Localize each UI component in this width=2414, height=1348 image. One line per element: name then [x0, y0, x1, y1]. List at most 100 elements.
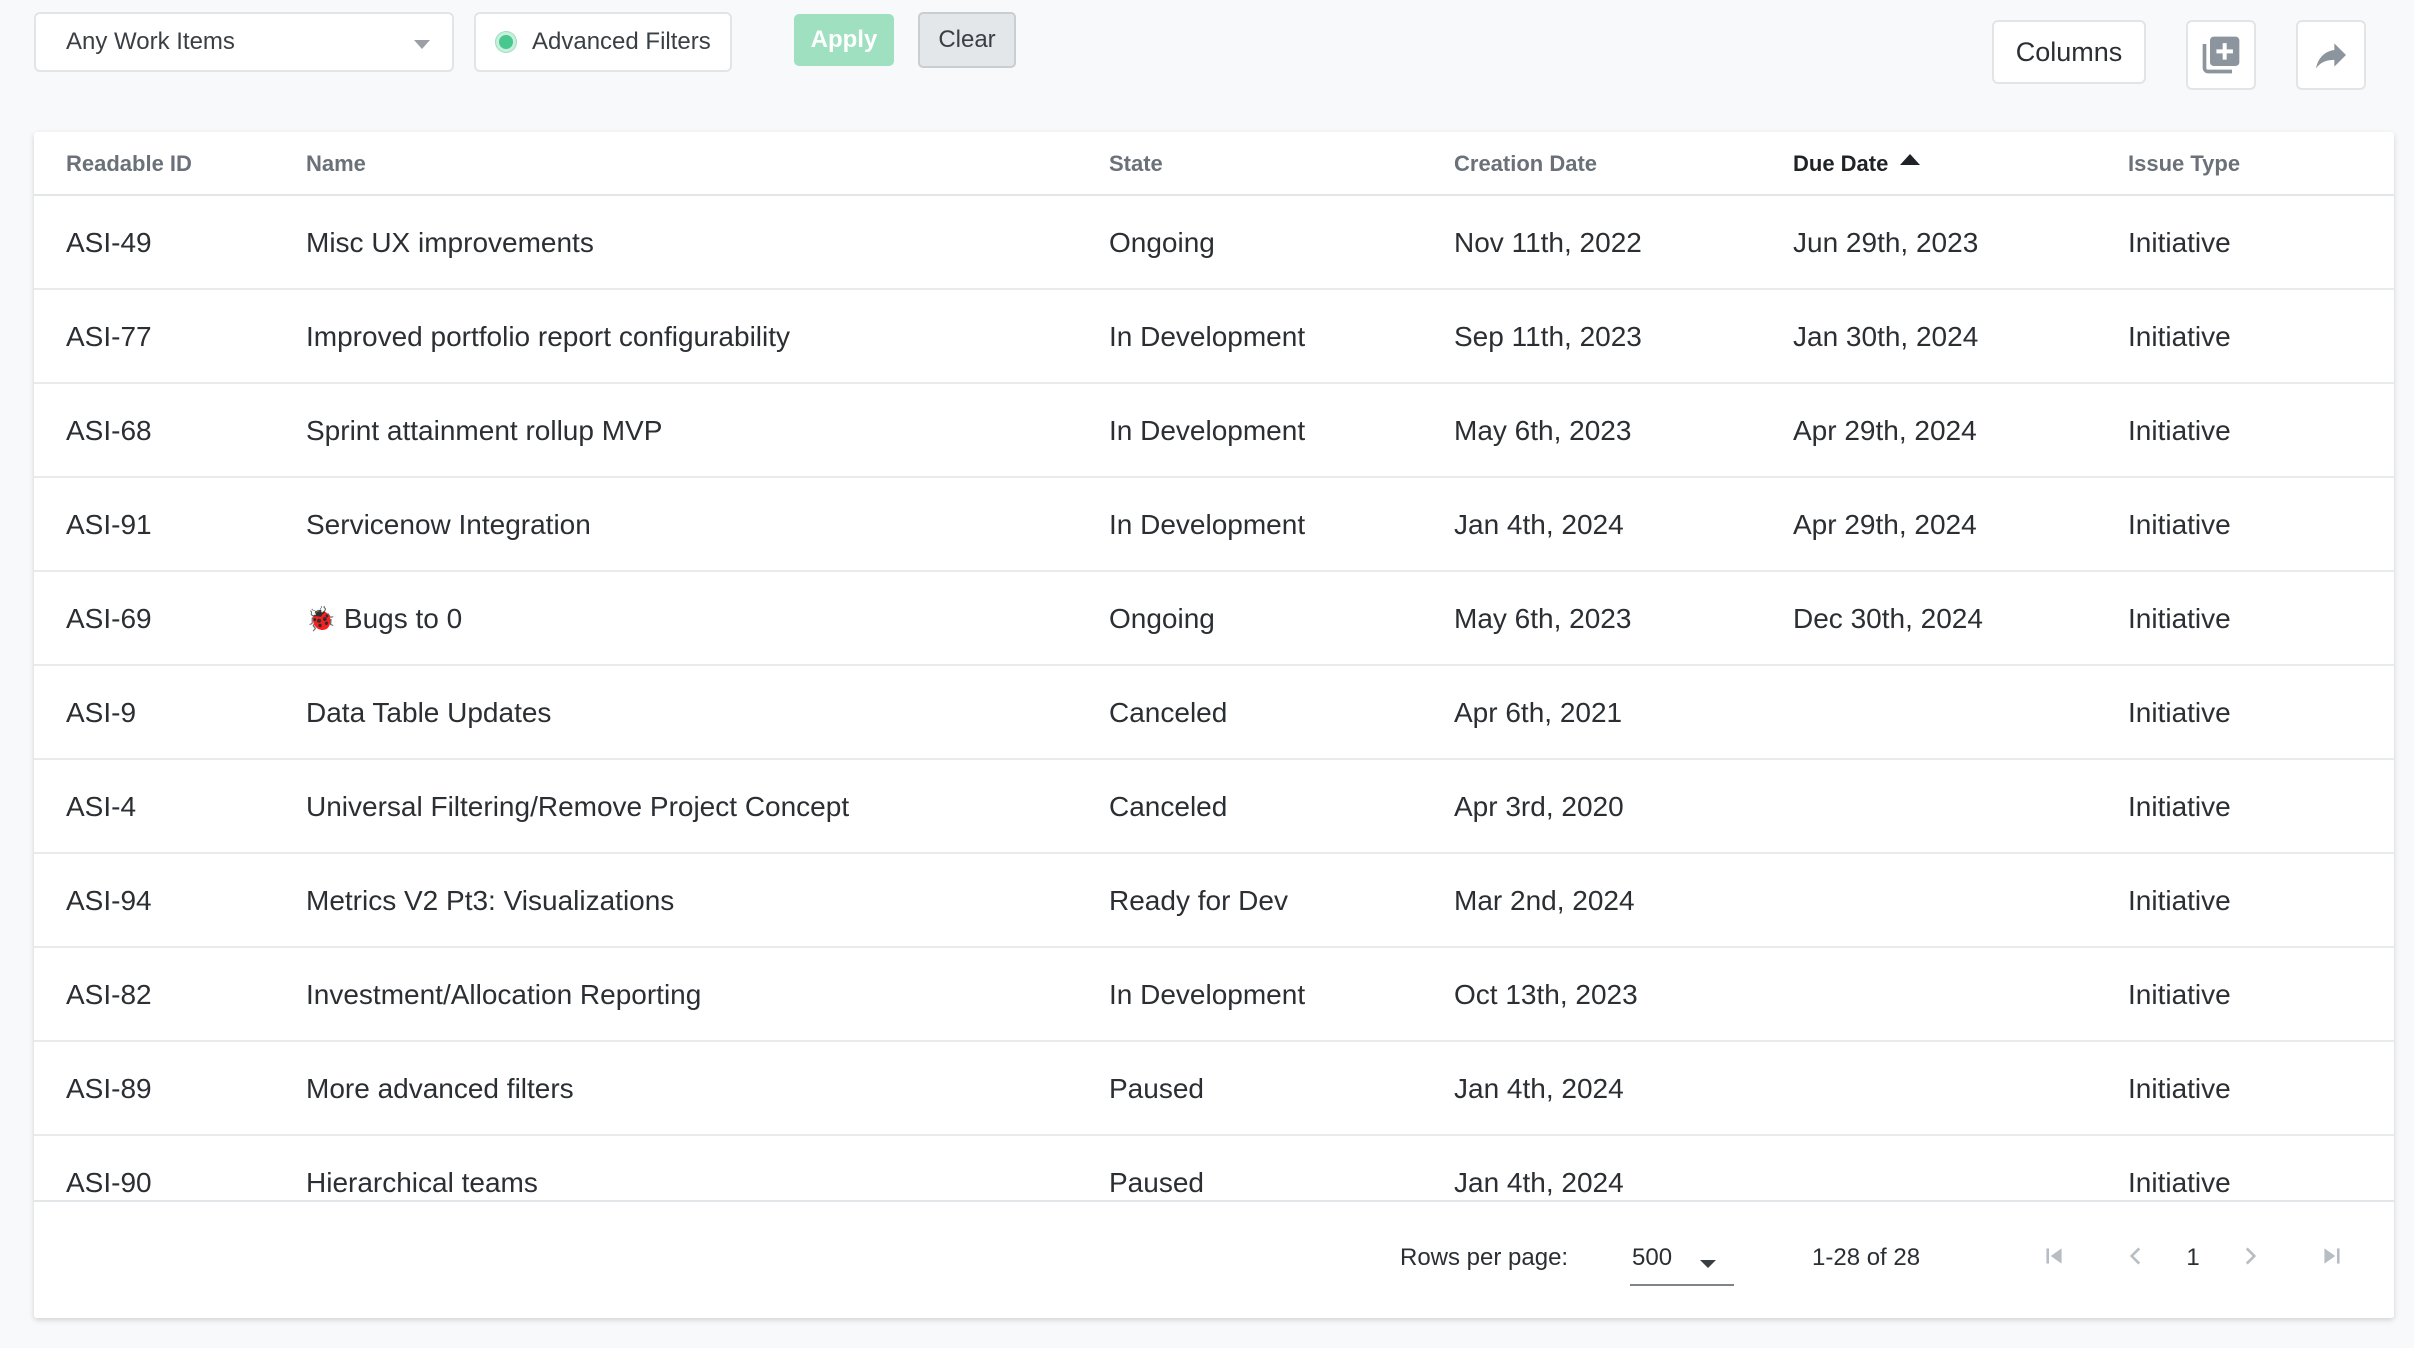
cell-due-date: Apr 29th, 2024	[1793, 384, 1977, 478]
cell-state: Ready for Dev	[1109, 854, 1288, 948]
cell-issue-type-text: Initiative	[2128, 979, 2231, 1010]
cell-name-text: Investment/Allocation Reporting	[306, 979, 702, 1010]
cell-due-date-text: Apr 29th, 2024	[1793, 415, 1977, 446]
cell-name: Misc UX improvements	[306, 196, 594, 290]
cell-state-text: In Development	[1109, 321, 1306, 352]
cell-state-text: In Development	[1109, 415, 1306, 446]
cell-readable-id-text: ASI-68	[66, 415, 152, 446]
cell-name: Data Table Updates	[306, 666, 551, 760]
cell-creation-date-text: May 6th, 2023	[1454, 415, 1632, 446]
next-page-button[interactable]	[2230, 1236, 2270, 1276]
cell-issue-type: Initiative	[2128, 384, 2231, 478]
cell-creation-date: Jan 4th, 2024	[1454, 478, 1624, 572]
cell-readable-id-text: ASI-90	[66, 1167, 152, 1198]
cell-readable-id: ASI-4	[66, 760, 136, 854]
cell-state-text: In Development	[1109, 979, 1306, 1010]
cell-creation-date: Apr 3rd, 2020	[1454, 760, 1624, 854]
cell-issue-type: Initiative	[2128, 948, 2231, 1042]
table-row[interactable]: ASI-4 Universal Filtering/Remove Project …	[34, 760, 2394, 854]
share-button[interactable]	[2296, 20, 2366, 90]
column-header-issue-type[interactable]: Issue Type	[2128, 132, 2240, 196]
bug-icon: 🐞	[306, 605, 336, 633]
cell-state: Ongoing	[1109, 572, 1215, 666]
last-page-button[interactable]	[2312, 1236, 2352, 1276]
cell-name-text: More advanced filters	[306, 1073, 574, 1104]
table-row[interactable]: ASI-69 🐞 Bugs to 0 Ongoing May 6th, 2023 Dec …	[34, 572, 2394, 666]
cell-creation-date: Oct 13th, 2023	[1454, 948, 1638, 1042]
rows-per-page-value: 500	[1632, 1244, 1673, 1271]
add-item-button[interactable]	[2186, 20, 2256, 90]
cell-readable-id-text: ASI-89	[66, 1073, 152, 1104]
first-page-button[interactable]	[2034, 1236, 2074, 1276]
column-header-label: Issue Type	[2128, 151, 2241, 176]
table-body: ASI-49 Misc UX improvements Ongoing Nov 11t…	[34, 196, 2394, 1318]
cell-creation-date: Jan 4th, 2024	[1454, 1042, 1624, 1136]
cell-creation-date-text: May 6th, 2023	[1454, 603, 1632, 634]
cell-state-text: Canceled	[1109, 791, 1228, 822]
cell-state: Canceled	[1109, 760, 1227, 854]
cell-name-text: Bugs to 0	[343, 603, 463, 634]
table-row[interactable]: ASI-94 Metrics V2 Pt3: Visualizations Read…	[34, 854, 2394, 948]
column-header-readable-id[interactable]: Readable ID	[66, 132, 192, 196]
cell-name: Investment/Allocation Reporting	[306, 948, 701, 1042]
cell-issue-type: Initiative	[2128, 666, 2231, 760]
cell-name: Servicenow Integration	[306, 478, 591, 572]
cell-due-date-text: Jan 30th, 2024	[1793, 321, 1979, 352]
cell-issue-type: Initiative	[2128, 572, 2231, 666]
sort-ascending-icon	[1900, 153, 1921, 165]
column-header-due-date[interactable]: Due Date	[1793, 132, 1921, 196]
share-arrow-icon	[2316, 43, 2346, 69]
cell-issue-type: Initiative	[2128, 760, 2231, 854]
column-header-name[interactable]: Name	[306, 132, 366, 196]
work-items-select[interactable]: Any Work Items	[34, 12, 454, 72]
current-page-number: 1	[2186, 1244, 2200, 1271]
cell-state: In Development	[1109, 948, 1305, 1042]
apply-button[interactable]: Apply	[794, 14, 894, 66]
table-row[interactable]: ASI-9 Data Table Updates Canceled Apr 6th, …	[34, 666, 2394, 760]
cell-state-text: Ready for Dev	[1109, 885, 1288, 916]
cell-readable-id-text: ASI-77	[66, 321, 152, 352]
column-header-state[interactable]: State	[1109, 132, 1163, 196]
cell-creation-date-text: Jan 4th, 2024	[1454, 509, 1624, 540]
table-row[interactable]: ASI-89 More advanced filters Paused Jan 4th…	[34, 1042, 2394, 1136]
clear-button[interactable]: Clear	[918, 12, 1016, 68]
rows-per-page-select[interactable]: 500	[1630, 1232, 1734, 1286]
table-row[interactable]: ASI-82 Investment/Allocation Reporting In …	[34, 948, 2394, 1042]
cell-issue-type: Initiative	[2128, 854, 2231, 948]
table-row[interactable]: ASI-68 Sprint attainment rollup MVP In Dev…	[34, 384, 2394, 478]
cell-readable-id-text: ASI-69	[66, 603, 152, 634]
cell-issue-type-text: Initiative	[2128, 791, 2231, 822]
cell-name: Improved portfolio report configurabilit…	[306, 290, 790, 384]
work-items-table: Readable ID Name State Creation Date Due…	[34, 132, 2394, 1318]
advanced-filters-button[interactable]: Advanced Filters	[474, 12, 732, 72]
cell-due-date: Jun 29th, 2023	[1793, 196, 1978, 290]
cell-creation-date-text: Nov 11th, 2022	[1454, 227, 1642, 258]
cell-issue-type-text: Initiative	[2128, 885, 2231, 916]
cell-name-text: Sprint attainment rollup MVP	[306, 415, 663, 446]
table-row[interactable]: ASI-77 Improved portfolio report configur…	[34, 290, 2394, 384]
previous-page-button[interactable]	[2116, 1236, 2156, 1276]
table-row[interactable]: ASI-49 Misc UX improvements Ongoing Nov 11t…	[34, 196, 2394, 290]
cell-creation-date-text: Apr 6th, 2021	[1454, 697, 1623, 728]
chevron-down-icon	[414, 40, 430, 49]
cell-issue-type: Initiative	[2128, 1042, 2231, 1136]
cell-issue-type: Initiative	[2128, 290, 2231, 384]
cell-readable-id-text: ASI-91	[66, 509, 152, 540]
table-row[interactable]: ASI-91 Servicenow Integration In Developme…	[34, 478, 2394, 572]
cell-name-text: Universal Filtering/Remove Project Conce…	[306, 791, 850, 822]
cell-due-date: Jan 30th, 2024	[1793, 290, 1978, 384]
cell-state-text: Ongoing	[1109, 603, 1215, 634]
cell-due-date-text: Apr 29th, 2024	[1793, 509, 1977, 540]
column-header-label: Creation Date	[1454, 151, 1598, 176]
cell-creation-date-text: Mar 2nd, 2024	[1454, 885, 1635, 916]
cell-readable-id: ASI-91	[66, 478, 152, 572]
cell-name: More advanced filters	[306, 1042, 574, 1136]
chevron-right-icon	[2245, 1247, 2257, 1265]
column-header-creation-date[interactable]: Creation Date	[1454, 132, 1597, 196]
cell-creation-date-text: Jan 4th, 2024	[1454, 1073, 1624, 1104]
cell-creation-date: Sep 11th, 2023	[1454, 290, 1642, 384]
chevron-left-icon	[2129, 1247, 2141, 1265]
cell-issue-type: Initiative	[2128, 196, 2231, 290]
columns-button[interactable]: Columns	[1992, 20, 2146, 84]
cell-state-text: Canceled	[1109, 697, 1228, 728]
